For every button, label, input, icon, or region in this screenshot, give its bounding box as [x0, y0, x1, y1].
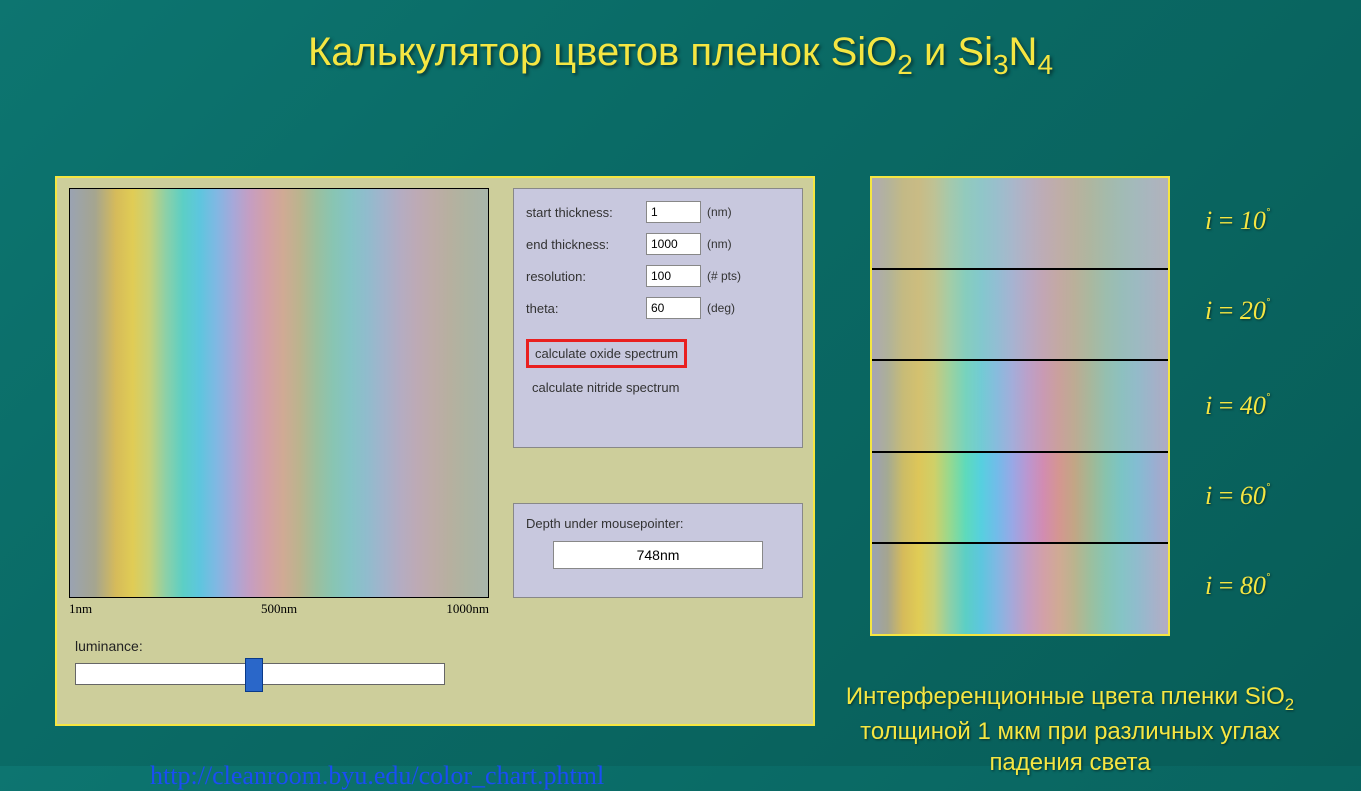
depth-value-display	[553, 541, 763, 569]
end-thickness-input[interactable]	[646, 233, 701, 255]
spectrum-display[interactable]	[69, 188, 489, 598]
axis-tick-3: 1000nm	[446, 601, 489, 617]
depth-panel: Depth under mousepointer:	[513, 503, 803, 598]
theta-label: theta:	[526, 301, 646, 316]
luminance-label: luminance:	[75, 638, 143, 654]
calculate-oxide-button[interactable]: calculate oxide spectrum	[526, 339, 687, 368]
axis-tick-1: 1nm	[69, 601, 92, 617]
calculator-panel: 1nm 500nm 1000nm start thickness: (nm) e…	[55, 176, 815, 726]
luminance-slider[interactable]	[75, 663, 445, 685]
angle-label-10: i = 10˚	[1205, 206, 1271, 236]
start-thickness-label: start thickness:	[526, 205, 646, 220]
end-thickness-label: end thickness:	[526, 237, 646, 252]
theta-unit: (deg)	[707, 301, 735, 315]
angle-label-80: i = 80˚	[1205, 571, 1271, 601]
angle-strip-10	[872, 178, 1168, 270]
resolution-unit: (# pts)	[707, 269, 741, 283]
input-controls-panel: start thickness: (nm) end thickness: (nm…	[513, 188, 803, 448]
angles-caption: Интерференционные цвета пленки SiO2 толщ…	[845, 681, 1295, 778]
axis-tick-2: 500nm	[261, 601, 297, 617]
angle-strip-20	[872, 270, 1168, 362]
angle-label-60: i = 60˚	[1205, 481, 1271, 511]
start-thickness-unit: (nm)	[707, 205, 732, 219]
start-thickness-input[interactable]	[646, 201, 701, 223]
end-thickness-unit: (nm)	[707, 237, 732, 251]
resolution-label: resolution:	[526, 269, 646, 284]
angle-label-40: i = 40˚	[1205, 391, 1271, 421]
theta-input[interactable]	[646, 297, 701, 319]
slide-title: Калькулятор цветов пленок SiO2 и Si3N4	[0, 0, 1361, 81]
angle-spectra-panel	[870, 176, 1170, 636]
angle-label-20: i = 20˚	[1205, 296, 1271, 326]
depth-label: Depth under mousepointer:	[526, 516, 790, 531]
luminance-slider-thumb[interactable]	[245, 658, 263, 692]
resolution-input[interactable]	[646, 265, 701, 287]
angle-strip-60	[872, 453, 1168, 545]
calculate-nitride-button[interactable]: calculate nitride spectrum	[526, 376, 685, 399]
angle-strip-40	[872, 361, 1168, 453]
angle-strip-80	[872, 544, 1168, 634]
